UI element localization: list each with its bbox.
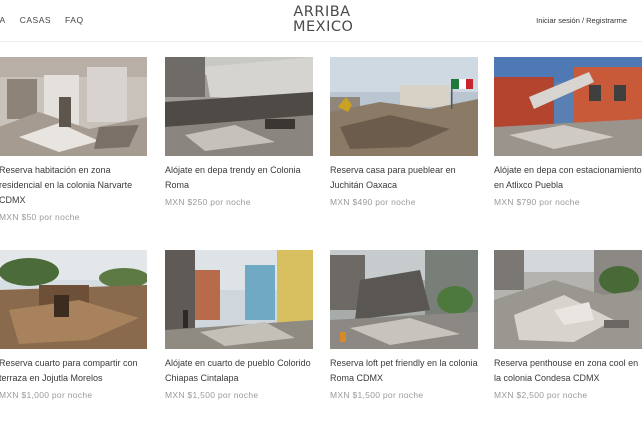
nav-item-faq[interactable]: FAQ: [65, 15, 84, 25]
listing-card[interactable]: Alójate en depa con estacionamiento en A…: [494, 57, 642, 207]
login-register-link[interactable]: Iniciar sesión / Registrarme: [536, 16, 627, 25]
site-logo[interactable]: ARRIBA MEXICO: [293, 4, 354, 35]
listing-price: MXN $1,000 por noche: [0, 390, 93, 400]
logo-line-1: ARRIBA: [293, 4, 351, 20]
listing-price: MXN $790 por noche: [494, 197, 580, 207]
listing-card[interactable]: Reserva habitación en zona residencial e…: [0, 57, 147, 222]
destroyed-house-photo[interactable]: [0, 250, 147, 349]
collapsed-building-photo[interactable]: [165, 57, 313, 156]
listing-card[interactable]: Alójate en cuarto de pueblo Colorido Chi…: [165, 250, 313, 400]
listing-title[interactable]: Alójate en depa trendy en Colonia Roma: [165, 163, 313, 193]
listing-title[interactable]: Reserva casa para pueblear en Juchitán O…: [330, 163, 478, 193]
logo-line-2: MEXICO: [293, 19, 354, 35]
listing-card[interactable]: Reserva cuarto para compartir con terraz…: [0, 250, 147, 400]
listing-title[interactable]: Reserva penthouse en zona cool en la col…: [494, 356, 642, 386]
listing-card[interactable]: Reserva casa para pueblear en Juchitán O…: [330, 57, 478, 207]
collapsed-building-photo[interactable]: [330, 250, 478, 349]
listing-card[interactable]: Reserva loft pet friendly en la colonia …: [330, 250, 478, 400]
earthquake-rubble-photo[interactable]: [0, 57, 147, 156]
listing-card[interactable]: Alójate en depa trendy en Colonia Roma M…: [165, 57, 313, 207]
listing-title[interactable]: Reserva habitación en zona residencial e…: [0, 163, 147, 208]
listing-price: MXN $490 por noche: [330, 197, 416, 207]
listing-title[interactable]: Alójate en depa con estacionamiento en A…: [494, 163, 642, 193]
listing-title[interactable]: Alójate en cuarto de pueblo Colorido Chi…: [165, 356, 313, 386]
listing-price: MXN $2,500 por noche: [494, 390, 588, 400]
listing-price: MXN $250 por noche: [165, 197, 251, 207]
listing-card[interactable]: Reserva penthouse en zona cool en la col…: [494, 250, 642, 400]
listing-title[interactable]: Reserva cuarto para compartir con terraz…: [0, 356, 147, 386]
listing-title[interactable]: Reserva loft pet friendly en la colonia …: [330, 356, 478, 386]
listing-price: MXN $1,500 por noche: [330, 390, 424, 400]
main-nav: VA CASAS FAQ: [0, 15, 84, 25]
nav-item-casas[interactable]: CASAS: [20, 15, 51, 25]
damaged-street-photo[interactable]: [165, 250, 313, 349]
rubble-flag-photo[interactable]: [330, 57, 478, 156]
listing-price: MXN $1,500 por noche: [165, 390, 259, 400]
nav-item-va[interactable]: VA: [0, 15, 6, 25]
rubble-pile-photo[interactable]: [494, 250, 642, 349]
listing-price: MXN $50 por noche: [0, 212, 80, 222]
site-header: VA CASAS FAQ ARRIBA MEXICO Iniciar sesió…: [0, 0, 642, 42]
damaged-house-photo[interactable]: [494, 57, 642, 156]
